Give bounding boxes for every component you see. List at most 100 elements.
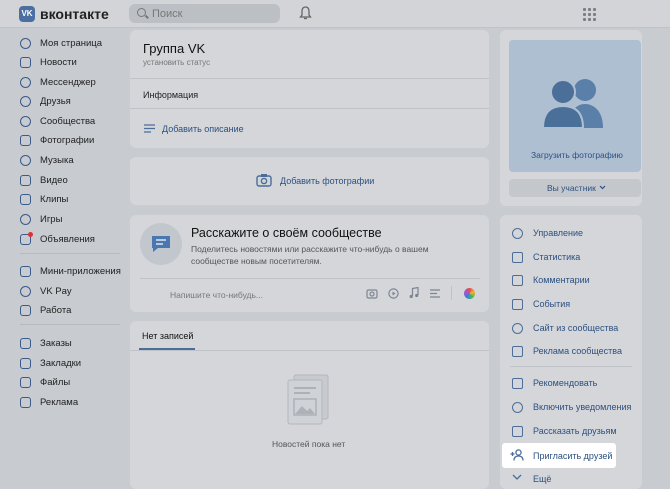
like-icon [512, 377, 523, 389]
menu-community-ads[interactable]: Реклама сообщества [512, 343, 622, 359]
add-photos-button[interactable]: Добавить фотографии [280, 176, 374, 186]
menu-comments[interactable]: Комментарии [512, 272, 590, 288]
nav-advertising[interactable]: Реклама [20, 393, 78, 411]
tab-no-posts[interactable]: Нет записей [142, 331, 193, 341]
attach-video-icon[interactable] [388, 288, 399, 299]
menu-label: Управление [533, 228, 584, 238]
work-icon [20, 304, 31, 316]
bell-icon[interactable] [299, 6, 312, 20]
search-placeholder: Поиск [152, 8, 183, 20]
menu-label: Рекомендовать [533, 378, 598, 388]
nav-label: VK Pay [40, 285, 72, 297]
clips-icon [20, 193, 31, 205]
nav-ads[interactable]: Объявления [20, 230, 95, 248]
nav-divider [20, 253, 120, 254]
group-name: Группа VK [143, 41, 206, 56]
add-description-link[interactable]: Добавить описание [162, 124, 244, 134]
globe-icon [512, 322, 523, 334]
nav-work[interactable]: Работа [20, 301, 71, 319]
nav-files[interactable]: Файлы [20, 373, 70, 391]
events-icon [512, 298, 523, 310]
orders-icon [20, 337, 31, 349]
divider [140, 278, 480, 279]
divider [130, 350, 489, 351]
promo-text-2: сообществе новым посетителям. [191, 256, 322, 266]
post-composer-input[interactable]: Напишите что-нибудь... [170, 290, 263, 300]
divider [510, 366, 632, 367]
menu-label: Сайт из сообщества [533, 323, 619, 333]
add-user-icon [510, 449, 524, 461]
nav-label: Видео [40, 174, 68, 186]
nav-video[interactable]: Видео [20, 171, 68, 189]
nav-label: Закладки [40, 357, 82, 369]
nav-bookmarks[interactable]: Закладки [20, 354, 81, 372]
upload-photo-link[interactable]: Загрузить фотографию [531, 150, 623, 160]
megaphone-icon [512, 345, 523, 357]
divider [451, 286, 452, 300]
nav-news[interactable]: Новости [20, 53, 77, 71]
divider [130, 78, 489, 79]
attach-article-icon[interactable] [429, 288, 441, 299]
nav-label: Заказы [40, 337, 72, 349]
menu-label: Включить уведомления [533, 402, 632, 412]
message-bubble-icon [152, 236, 170, 252]
nav-messenger[interactable]: Мессенджер [20, 73, 96, 91]
nav-communities[interactable]: Сообщества [20, 112, 95, 130]
vk-logo-icon[interactable]: VK [19, 6, 35, 22]
set-status-link[interactable]: установить статус [143, 58, 210, 67]
menu-label: События [533, 299, 571, 309]
nav-mini-apps[interactable]: Мини-приложения [20, 262, 121, 280]
search-icon [137, 8, 146, 17]
nav-clips[interactable]: Клипы [20, 190, 68, 208]
music-icon [20, 154, 31, 166]
menu-events[interactable]: События [512, 296, 570, 312]
ads-icon [20, 231, 33, 245]
membership-label: Вы участник [547, 183, 596, 193]
promo-title: Расскажите о своём сообществе [191, 226, 382, 240]
menu-label: Статистика [533, 252, 581, 262]
menu-statistics[interactable]: Статистика [512, 249, 580, 265]
chevron-down-icon [599, 185, 606, 190]
apps-grid-icon[interactable] [583, 8, 596, 21]
nav-games[interactable]: Игры [20, 210, 62, 228]
communities-icon [20, 115, 31, 127]
nav-label: Сообщества [40, 115, 96, 127]
menu-more[interactable]: Ещё [533, 474, 551, 484]
nav-music[interactable]: Музыка [20, 151, 74, 169]
nav-label: Файлы [40, 376, 71, 388]
friends-icon [20, 95, 31, 107]
photo-icon [20, 134, 31, 146]
attach-music-icon[interactable] [409, 287, 419, 299]
info-label: Информация [143, 90, 199, 100]
menu-recommend[interactable]: Рекомендовать [512, 375, 597, 391]
nav-divider [20, 324, 120, 325]
menu-label: Комментарии [533, 275, 590, 285]
logo-text[interactable]: вконтакте [40, 6, 109, 22]
nav-orders[interactable]: Заказы [20, 334, 72, 352]
nav-photos[interactable]: Фотографии [20, 131, 94, 149]
text-lines-icon [144, 124, 155, 133]
file-icon [20, 376, 31, 388]
profile-icon [20, 37, 31, 49]
attach-photo-icon[interactable] [366, 288, 378, 299]
menu-notifications[interactable]: Включить уведомления [512, 399, 631, 415]
nav-my-page[interactable]: Моя страница [20, 34, 102, 52]
nav-vk-pay[interactable]: VK Pay [20, 282, 72, 300]
empty-posts-icon [287, 374, 329, 425]
users-avatar-icon [541, 79, 603, 128]
nav-label: Игры [40, 213, 63, 225]
nav-friends[interactable]: Друзья [20, 92, 71, 110]
chat-icon [20, 76, 31, 88]
comment-icon [512, 274, 523, 286]
chevron-down-icon [512, 474, 522, 480]
bookmark-icon [20, 357, 31, 369]
menu-share[interactable]: Рассказать друзьям [512, 423, 617, 439]
menu-site[interactable]: Сайт из сообщества [512, 320, 618, 336]
invite-friends-button[interactable]: Пригласить друзей [533, 451, 612, 461]
video-icon [20, 174, 31, 186]
menu-manage[interactable]: Управление [512, 225, 583, 241]
games-icon [20, 213, 31, 225]
mini-apps-icon [20, 265, 31, 277]
nav-label: Фотографии [40, 134, 95, 146]
color-theme-icon[interactable] [464, 288, 475, 299]
